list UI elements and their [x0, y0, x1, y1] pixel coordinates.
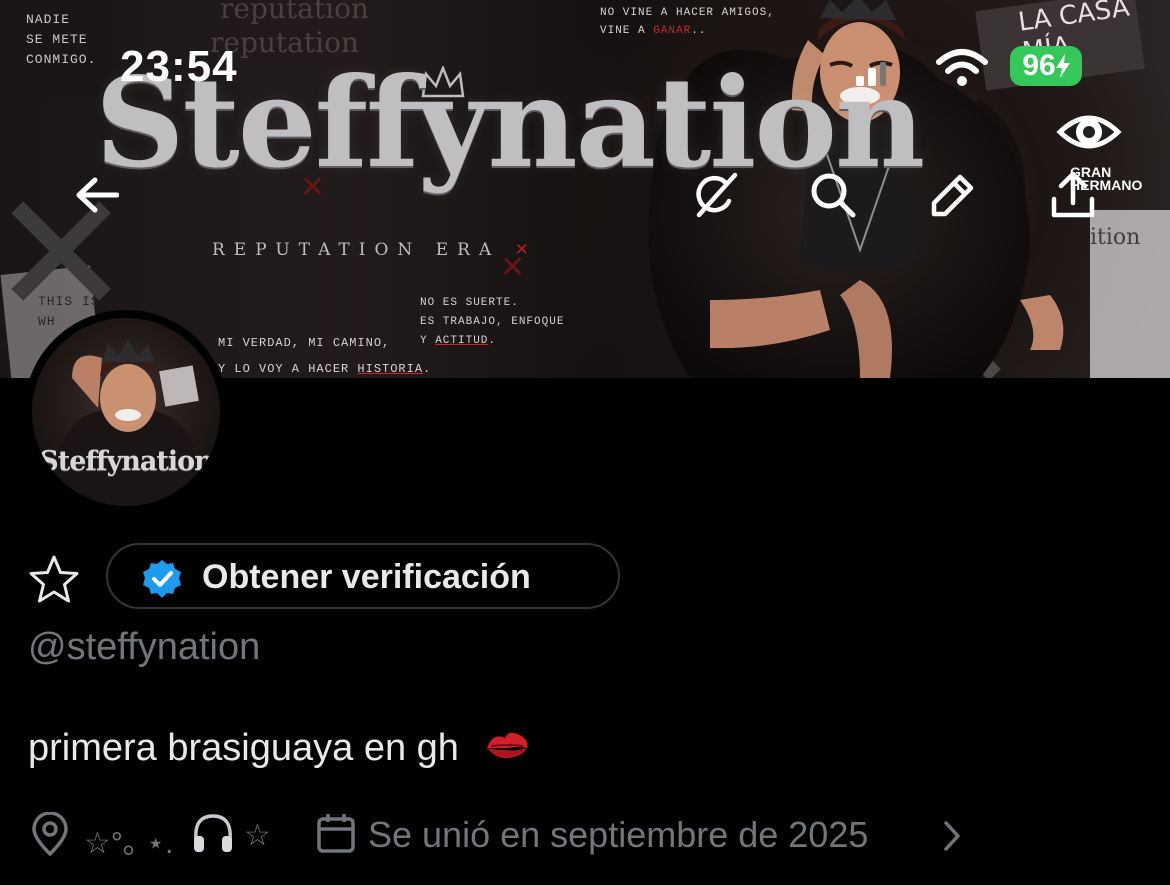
- avatar-image: Steffynation: [32, 318, 220, 506]
- share-icon: [1051, 171, 1095, 218]
- status-time: 23:54: [120, 42, 238, 91]
- joined-date-text: Se unió en septiembre de 2025: [368, 814, 869, 855]
- headphones-icon: [194, 814, 232, 852]
- banner-red-x: ✕: [300, 171, 326, 204]
- banner-subtitle: REPUTATION ERA ✕: [212, 240, 538, 260]
- charging-bolt-icon: [1055, 54, 1070, 78]
- search-icon: [811, 173, 856, 218]
- avatar-title: Steffynation: [39, 446, 214, 477]
- pencil-icon: [931, 174, 974, 217]
- profile-avatar[interactable]: Steffynation: [24, 310, 228, 514]
- banner-tagline-top: NO VINE A HACER AMIGOS, VINE A GANAR..: [600, 7, 775, 37]
- gran-hermano-logo: [1056, 115, 1122, 149]
- location-text: ☆°｡ ⋆.: [84, 827, 174, 860]
- location-pin-icon: [32, 812, 68, 856]
- location-end-text: ☆: [244, 819, 271, 852]
- chevron-right-icon[interactable]: [942, 820, 962, 852]
- banner-tagline-right: NO ES SUERTE. ES TRABAJO, ENFOQUE Y ACTI…: [420, 297, 565, 347]
- bio-text: primera brasiguaya en gh: [28, 727, 459, 769]
- avatar-photo: [52, 340, 202, 506]
- kiss-mark-icon: [487, 732, 528, 759]
- back-arrow-icon: [76, 177, 119, 213]
- wifi-icon: [936, 49, 988, 86]
- share-button[interactable]: [1046, 168, 1100, 222]
- get-verified-label: Obtener verificación: [202, 558, 531, 596]
- battery-indicator: 96: [1010, 46, 1082, 86]
- battery-level: 96: [1022, 49, 1056, 82]
- grok-icon: [696, 172, 738, 218]
- profile-handle: @steffynation: [28, 626, 261, 668]
- back-button[interactable]: [70, 168, 124, 222]
- grok-button[interactable]: [688, 168, 742, 222]
- profile-bio: primera brasiguaya en gh: [28, 726, 531, 770]
- calendar-icon: [317, 814, 355, 853]
- search-button[interactable]: [806, 168, 860, 222]
- banner-scrawl: reputation: [220, 0, 369, 25]
- banner-tagline-left: NADIE SE METE CONMIGO.: [26, 12, 97, 67]
- banner-red-x: ✕: [500, 251, 526, 284]
- profile-meta: ☆°｡ ⋆. ☆ Se unió en septiembre de 2025: [28, 810, 1148, 860]
- edit-button[interactable]: [926, 168, 980, 222]
- get-verified-button[interactable]: Obtener verificación: [106, 543, 620, 609]
- star-icon[interactable]: [28, 554, 80, 604]
- cellular-signal-icon: [856, 62, 886, 86]
- verified-badge-icon: [143, 560, 181, 598]
- banner-tagline-mid: MI VERDAD, MI CAMINO, Y LO VOY A HACER H…: [218, 336, 432, 376]
